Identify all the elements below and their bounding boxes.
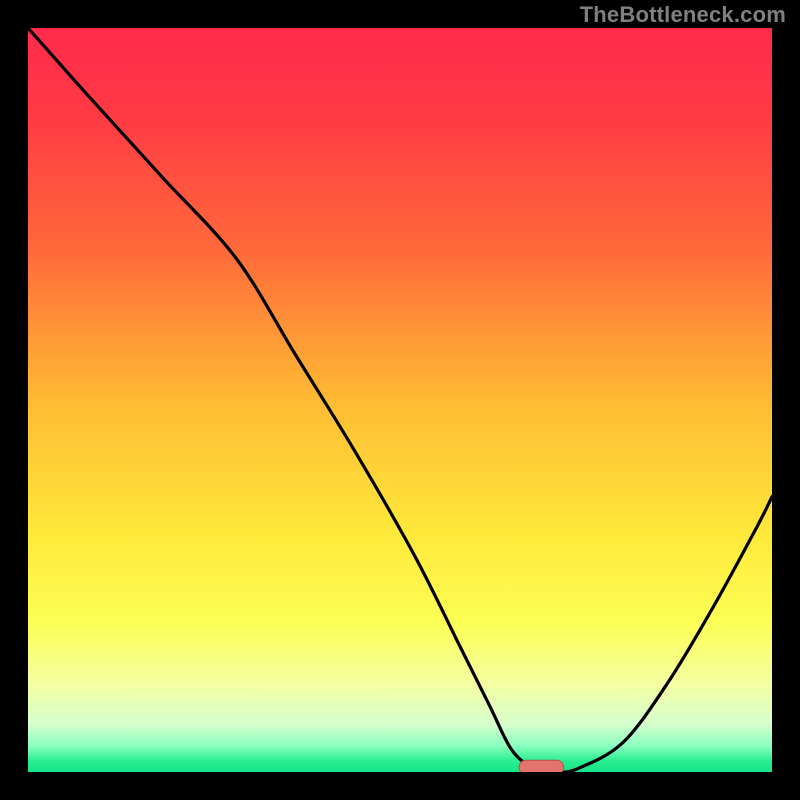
plot-background [28, 28, 772, 772]
bottleneck-chart [0, 0, 800, 800]
watermark-text: TheBottleneck.com [580, 2, 786, 28]
optimum-marker [519, 760, 564, 774]
chart-frame: TheBottleneck.com [0, 0, 800, 800]
